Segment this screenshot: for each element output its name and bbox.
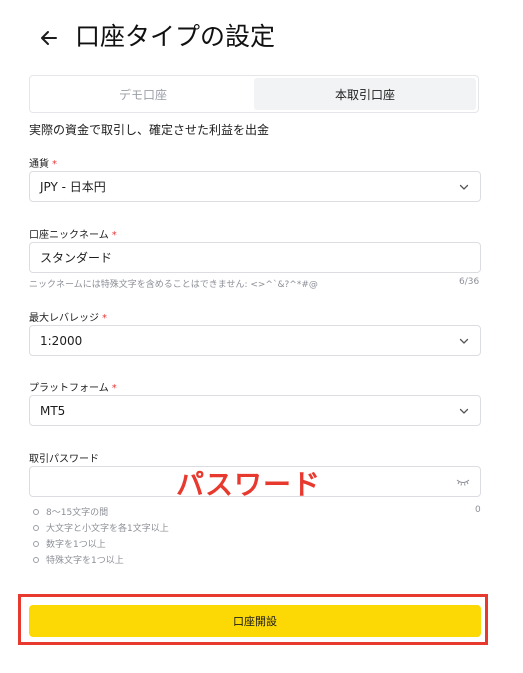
currency-value: JPY - 日本円 <box>40 180 106 194</box>
bullet-icon <box>33 508 39 515</box>
eye-closed-icon[interactable] <box>456 477 470 487</box>
bullet-icon <box>33 556 39 563</box>
currency-select[interactable]: JPY - 日本円 <box>29 171 481 202</box>
password-rule: 8～15文字の間 <box>33 505 108 518</box>
nickname-counter: 6/36 <box>459 277 480 287</box>
tab-real[interactable]: 本取引口座 <box>254 78 476 110</box>
leverage-value: 1:2000 <box>40 333 83 348</box>
back-arrow-icon[interactable] <box>36 25 62 51</box>
nickname-label: 口座ニックネーム * <box>29 230 117 241</box>
platform-select[interactable]: MT5 <box>29 395 481 426</box>
bullet-icon <box>33 524 39 531</box>
required-mark: * <box>111 383 117 394</box>
chevron-down-icon <box>459 408 469 414</box>
password-counter: 0 <box>475 505 481 515</box>
open-account-button[interactable]: 口座開設 <box>29 605 481 637</box>
password-rule: 数字を1つ以上 <box>33 537 106 550</box>
platform-value: MT5 <box>40 403 66 418</box>
page-title: 口座タイプの設定 <box>75 22 276 51</box>
required-mark: * <box>111 230 117 241</box>
password-annotation: パスワード <box>176 468 322 501</box>
account-type-tabs: デモ口座 本取引口座 <box>29 75 479 113</box>
leverage-label: 最大レバレッジ * <box>29 313 107 324</box>
platform-label: プラットフォーム * <box>29 383 117 394</box>
required-mark: * <box>52 159 57 170</box>
required-mark: * <box>102 313 107 324</box>
tab-demo[interactable]: デモ口座 <box>32 78 254 110</box>
password-label: 取引パスワード <box>29 454 99 465</box>
currency-label: 通貨 * <box>29 159 57 170</box>
password-rule: 特殊文字を1つ以上 <box>33 553 124 566</box>
chevron-down-icon <box>459 338 469 344</box>
nickname-input[interactable]: スタンダード <box>29 242 481 273</box>
password-rule: 大文字と小文字を各1文字以上 <box>33 521 169 534</box>
bullet-icon <box>33 540 39 547</box>
nickname-hint: ニックネームには特殊文字を含めることはできません: <>^`&?^*#@ <box>29 280 318 290</box>
nickname-value: スタンダード <box>40 251 113 265</box>
chevron-down-icon <box>459 184 469 190</box>
leverage-select[interactable]: 1:2000 <box>29 325 481 356</box>
account-type-description: 実際の資金で取引し、確定させた利益を出金 <box>29 123 270 137</box>
